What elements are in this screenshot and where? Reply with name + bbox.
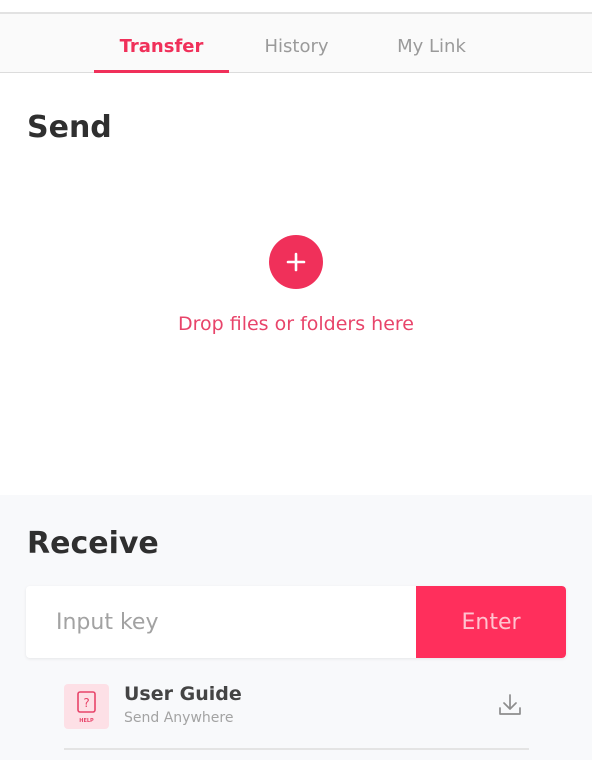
download-icon[interactable] xyxy=(497,692,523,718)
svg-text:?: ? xyxy=(83,696,89,710)
tab-history[interactable]: History xyxy=(229,14,364,72)
main-tab-bar: Transfer History My Link xyxy=(0,14,592,73)
help-document-icon: ? HELP xyxy=(64,684,109,729)
add-files-button[interactable] xyxy=(269,235,323,289)
user-guide-title: User Guide xyxy=(124,683,242,705)
file-drop-zone[interactable]: Drop files or folders here xyxy=(0,180,592,460)
receive-title: Receive xyxy=(27,526,159,561)
plus-icon xyxy=(286,252,306,272)
key-input[interactable] xyxy=(26,586,416,658)
help-icon-text: HELP xyxy=(79,718,94,724)
window-top-border xyxy=(0,0,592,14)
tab-my-link[interactable]: My Link xyxy=(364,14,499,72)
user-guide-subtitle: Send Anywhere xyxy=(124,710,234,726)
drop-files-label: Drop files or folders here xyxy=(177,313,414,335)
receive-panel: Receive Enter ? HELP User Guide Send Any… xyxy=(0,495,592,760)
send-title: Send xyxy=(27,110,112,145)
enter-button[interactable]: Enter xyxy=(416,586,566,658)
receive-key-form: Enter xyxy=(26,586,566,658)
tab-transfer[interactable]: Transfer xyxy=(94,14,229,73)
user-guide-item[interactable]: ? HELP User Guide Send Anywhere xyxy=(64,682,529,750)
